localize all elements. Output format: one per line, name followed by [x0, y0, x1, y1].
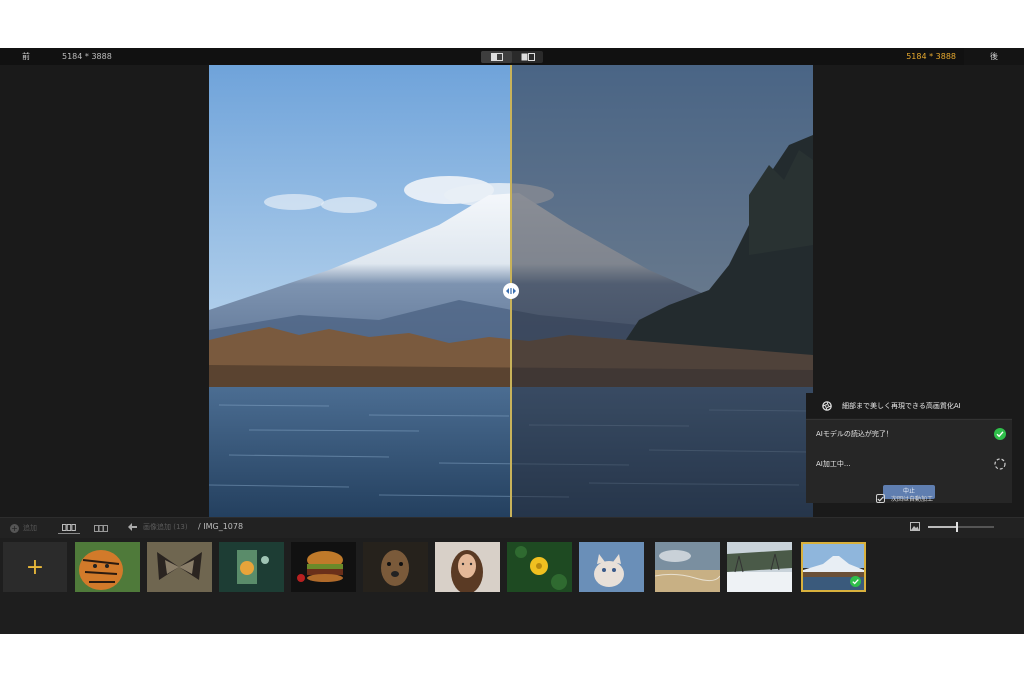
- thumbnail-butterfly[interactable]: [147, 542, 212, 592]
- add-image-button[interactable]: + 追加: [10, 523, 37, 533]
- add-thumbnail-button[interactable]: +: [3, 542, 67, 592]
- zoom-slider-fill: [928, 525, 958, 528]
- zoom-slider-knob[interactable]: [956, 521, 959, 532]
- back-button[interactable]: 画像追加 (13): [128, 522, 188, 532]
- step-label: AIモデルの読込が完了！: [816, 430, 893, 438]
- image-icon: [910, 522, 920, 531]
- resolution-after: 5184 * 3888: [906, 52, 956, 61]
- divider-handle[interactable]: [503, 283, 519, 299]
- thumbnail-tiger[interactable]: [75, 542, 140, 592]
- add-label: 追加: [23, 524, 37, 532]
- zoom-control: [910, 521, 994, 532]
- grid-view-button[interactable]: [58, 522, 80, 534]
- aperture-icon: [822, 400, 832, 411]
- plus-icon: +: [25, 554, 45, 580]
- step-label: AI加工中...: [816, 460, 851, 468]
- plus-circle-icon: +: [10, 523, 19, 533]
- back-label: 画像追加 (13): [143, 523, 188, 531]
- image-viewer: 細部まで美しく再現できる高画質化AI AIモデルの読込が完了！ AI加工中...…: [0, 65, 1024, 517]
- resolution-before: 5184 * 3888: [62, 52, 112, 61]
- auto-process-label: 次回は自動加工: [891, 496, 934, 503]
- after-label: 後: [964, 48, 1024, 65]
- arrow-left-icon: [128, 523, 137, 531]
- ai-processing-panel: 細部まで美しく再現できる高画質化AI AIモデルの読込が完了！ AI加工中...…: [806, 393, 1012, 503]
- thumbnail-beach[interactable]: [655, 542, 720, 592]
- thumbnail-strip: +: [0, 538, 1024, 634]
- selected-check-icon: [850, 576, 861, 587]
- thumbnail-woman[interactable]: [435, 542, 500, 592]
- compare-mode-toggle[interactable]: [481, 51, 543, 63]
- ai-panel-body: AIモデルの読込が完了！ AI加工中... 中止: [806, 419, 1012, 503]
- thumbnail-yellow-flower[interactable]: [507, 542, 572, 592]
- thumbnail-fuji-selected[interactable]: [801, 542, 866, 592]
- grid-icon: [62, 524, 76, 531]
- zoom-slider[interactable]: [928, 521, 994, 532]
- split-view-icon: [490, 53, 503, 61]
- side-by-side-icon: [521, 53, 535, 61]
- split-view-button[interactable]: [481, 51, 512, 63]
- bottom-toolbar: + 追加 画像追加 (13) / IMG_1078: [0, 517, 1024, 538]
- step-processing: AI加工中...: [816, 456, 1006, 472]
- loading-spinner-icon: [994, 458, 1006, 470]
- auto-process-checkbox[interactable]: [876, 494, 885, 503]
- thumbnail-lantern[interactable]: [219, 542, 284, 592]
- checkmark-icon: [877, 496, 884, 502]
- top-bar: 前 5184 * 3888 5184 * 3888 後: [0, 48, 1024, 65]
- compare-image[interactable]: [209, 65, 813, 517]
- thumbnail-cat[interactable]: [579, 542, 644, 592]
- drag-arrows-icon: [506, 288, 516, 294]
- auto-process-option[interactable]: 次回は自動加工: [876, 494, 933, 503]
- side-by-side-view-button[interactable]: [512, 51, 543, 63]
- step-model-loaded: AIモデルの読込が完了！: [816, 426, 1006, 442]
- thumbnail-snow[interactable]: [727, 542, 792, 592]
- check-circle-icon: [994, 428, 1006, 440]
- before-label: 前: [22, 52, 30, 61]
- ai-panel-title: 細部まで美しく再現できる高画質化AI: [842, 401, 961, 410]
- ai-panel-header: 細部まで美しく再現できる高画質化AI: [806, 393, 1012, 418]
- thumbnail-burger[interactable]: [291, 542, 356, 592]
- thumbnail-dog[interactable]: [363, 542, 428, 592]
- current-file-path: / IMG_1078: [198, 522, 244, 531]
- app-window: 前 5184 * 3888 5184 * 3888 後 細部まで美しく再現できる…: [0, 48, 1024, 634]
- filmstrip-icon: [94, 524, 108, 532]
- filmstrip-view-button[interactable]: [90, 522, 112, 534]
- processed-half-overlay: [511, 65, 813, 517]
